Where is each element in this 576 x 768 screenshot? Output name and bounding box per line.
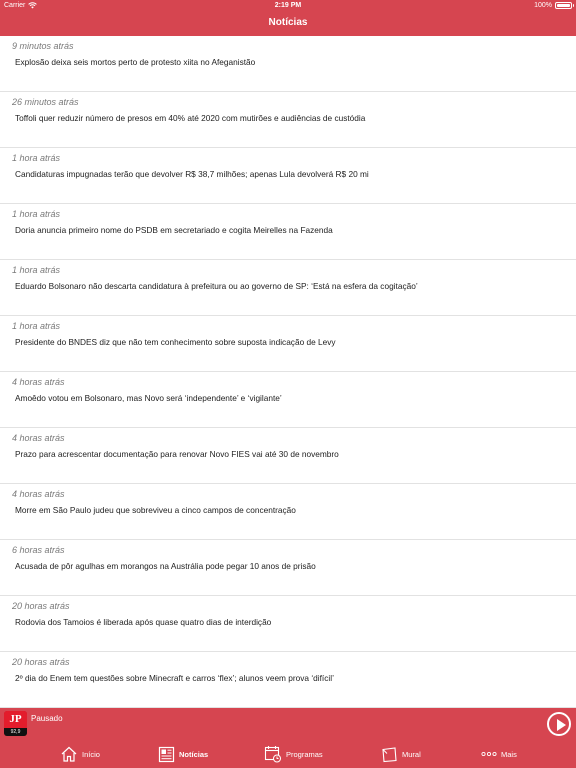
news-time: 4 horas atrás (12, 489, 65, 499)
tab-label: Mural (402, 749, 421, 759)
news-time: 1 hora atrás (12, 209, 61, 219)
status-bar: Carrier 2:19 PM 100% (0, 0, 576, 12)
news-item[interactable]: 6 horas atrás Acusada de pôr agulhas em m… (0, 540, 576, 596)
news-time: 26 minutos atrás (12, 97, 79, 107)
news-headline[interactable]: Rodovia dos Tamoios é liberada após quas… (15, 617, 271, 627)
news-item[interactable]: 4 horas atrás Amoêdo votou em Bolsonaro, … (0, 372, 576, 428)
news-time: 4 horas atrás (12, 377, 65, 387)
news-headline[interactable]: Eduardo Bolsonaro não descarta candidatu… (15, 281, 418, 291)
news-time: 1 hora atrás (12, 265, 61, 275)
calendar-icon (264, 746, 281, 763)
tab-inicio[interactable]: Início (60, 744, 100, 764)
news-time: 6 horas atrás (12, 545, 65, 555)
news-headline[interactable]: Amoêdo votou em Bolsonaro, mas Novo será… (15, 393, 282, 403)
news-item[interactable]: 1 hora atrás Presidente do BNDES diz que … (0, 316, 576, 372)
tab-bar: Início Notícias Programas Mural Mais (0, 740, 576, 768)
news-list[interactable]: 9 minutos atrás Explosão deixa seis morto… (0, 36, 576, 708)
home-icon (61, 746, 77, 762)
news-headline[interactable]: Toffoli quer reduzir número de presos em… (15, 113, 365, 123)
news-headline[interactable]: 2º dia do Enem tem questões sobre Minecr… (15, 673, 334, 683)
news-item[interactable]: 1 hora atrás Eduardo Bolsonaro não descar… (0, 260, 576, 316)
news-headline[interactable]: Acusada de pôr agulhas em morangos na Au… (15, 561, 316, 571)
news-headline[interactable]: Explosão deixa seis mortos perto de prot… (15, 57, 255, 67)
tab-label: Mais (501, 749, 517, 759)
news-headline[interactable]: Presidente do BNDES diz que não tem conh… (15, 337, 336, 347)
play-button[interactable] (547, 712, 571, 736)
page-title: Notícias (268, 17, 308, 28)
news-item[interactable]: 20 horas atrás Rodovia dos Tamoios é libe… (0, 596, 576, 652)
news-headline[interactable]: Morre em São Paulo judeu que sobreviveu … (15, 505, 296, 515)
news-time: 20 horas atrás (12, 657, 70, 667)
status-time: 2:19 PM (274, 2, 302, 9)
battery-percent: 100% (534, 2, 552, 9)
news-item[interactable]: 4 horas atrás Morre em São Paulo judeu qu… (0, 484, 576, 540)
news-icon (158, 746, 175, 762)
news-item[interactable]: 4 horas atrás Prazo para acrescentar docu… (0, 428, 576, 484)
station-logo-mark: JP (4, 711, 27, 728)
news-time: 9 minutos atrás (12, 41, 74, 51)
news-headline[interactable]: Doria anuncia primeiro nome do PSDB em s… (15, 225, 333, 235)
tab-mural[interactable]: Mural (381, 744, 421, 764)
station-logo-frequency: 92,9 (4, 728, 27, 736)
news-item[interactable]: 20 horas atrás 2º dia do Enem tem questõe… (0, 652, 576, 708)
player-status: Pausado (31, 714, 63, 723)
news-headline[interactable]: Prazo para acrescentar documentação para… (15, 449, 339, 459)
news-item[interactable]: 1 hora atrás Candidaturas impugnadas terã… (0, 148, 576, 204)
tab-label: Programas (286, 749, 323, 759)
battery-group: 100% (534, 2, 574, 9)
news-time: 1 hora atrás (12, 153, 61, 163)
battery-icon (555, 2, 574, 9)
tab-noticias[interactable]: Notícias (158, 744, 208, 764)
radio-player-bar: JP 92,9 Pausado (0, 708, 576, 740)
top-header: Carrier 2:19 PM 100% Notícias (0, 0, 576, 36)
tab-programas[interactable]: Programas (264, 744, 323, 764)
play-icon (557, 719, 566, 731)
news-item[interactable]: 1 hora atrás Doria anuncia primeiro nome … (0, 204, 576, 260)
mural-icon (382, 746, 397, 762)
news-time: 20 horas atrás (12, 601, 70, 611)
news-time: 1 hora atrás (12, 321, 61, 331)
more-icon (481, 751, 497, 757)
news-item[interactable]: 9 minutos atrás Explosão deixa seis morto… (0, 36, 576, 92)
station-logo: JP 92,9 (4, 711, 27, 736)
news-headline[interactable]: Candidaturas impugnadas terão que devolv… (15, 169, 369, 179)
tab-label: Notícias (179, 749, 209, 759)
tab-label: Início (82, 749, 100, 759)
news-time: 4 horas atrás (12, 433, 65, 443)
news-item[interactable]: 26 minutos atrás Toffoli quer reduzir núm… (0, 92, 576, 148)
tab-mais[interactable]: Mais (481, 744, 517, 764)
